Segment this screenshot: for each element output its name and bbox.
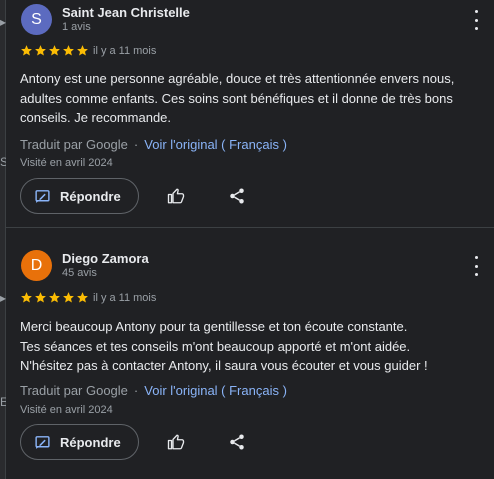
separator: · bbox=[133, 383, 139, 398]
avatar[interactable]: S bbox=[21, 4, 52, 35]
star-icon bbox=[77, 45, 88, 56]
star-icon bbox=[77, 292, 88, 303]
star-icon bbox=[49, 292, 60, 303]
review-date: il y a 11 mois bbox=[93, 45, 157, 57]
see-original-link[interactable]: Voir l'original ( Français ) bbox=[144, 383, 287, 398]
more-options-icon[interactable] bbox=[472, 10, 480, 30]
review-text-line: Antony est une personne agréable, douce … bbox=[20, 71, 455, 86]
translated-by-label: Traduit par Google bbox=[20, 383, 128, 398]
more-options-icon[interactable] bbox=[472, 256, 480, 276]
like-icon[interactable] bbox=[164, 430, 188, 454]
review-text: Merci beaucoup Antony pour ta gentilless… bbox=[20, 317, 480, 376]
review-count: 45 avis bbox=[62, 267, 97, 279]
star-icon bbox=[63, 292, 74, 303]
reply-button-label: Répondre bbox=[60, 434, 121, 450]
see-original-link[interactable]: Voir l'original ( Français ) bbox=[144, 137, 287, 152]
review-date: il y a 11 mois bbox=[93, 292, 157, 304]
review-count: 1 avis bbox=[62, 21, 91, 33]
reply-icon bbox=[35, 435, 50, 449]
review-card: D Diego Zamora 45 avis il y a 11 mois Me… bbox=[6, 228, 494, 479]
reply-button[interactable]: Répondre bbox=[20, 178, 139, 214]
reply-button-label: Répondre bbox=[60, 188, 121, 204]
reply-button[interactable]: Répondre bbox=[20, 424, 139, 460]
review-text-line: conseils. Je recommande. bbox=[20, 110, 172, 125]
reviewer-name[interactable]: Saint Jean Christelle bbox=[62, 5, 190, 20]
reply-icon bbox=[35, 189, 50, 203]
star-icon bbox=[21, 292, 32, 303]
star-icon bbox=[49, 45, 60, 56]
share-icon[interactable] bbox=[225, 184, 249, 208]
review-card: S Saint Jean Christelle 1 avis il y a 11… bbox=[6, 0, 494, 226]
star-icon bbox=[63, 45, 74, 56]
review-text-line: Merci beaucoup Antony pour ta gentilless… bbox=[20, 319, 408, 334]
visit-date: Visité en avril 2024 bbox=[20, 157, 113, 169]
translation-info: Traduit par Google · Voir l'original ( Fra… bbox=[20, 383, 287, 398]
star-icon bbox=[21, 45, 32, 56]
like-icon[interactable] bbox=[164, 184, 188, 208]
visit-date: Visité en avril 2024 bbox=[20, 404, 113, 416]
separator: · bbox=[133, 137, 139, 152]
star-icon bbox=[35, 292, 46, 303]
review-text-line: N'hésitez pas à contacter Antony, il sau… bbox=[20, 358, 428, 373]
review-text-line: adultes comme enfants. Ces soins sont bé… bbox=[20, 90, 453, 106]
star-rating bbox=[20, 291, 89, 305]
review-text-line: Tes séances et tes conseils m'ont beauco… bbox=[20, 338, 411, 354]
share-icon[interactable] bbox=[225, 430, 249, 454]
translated-by-label: Traduit par Google bbox=[20, 137, 128, 152]
star-icon bbox=[35, 45, 46, 56]
star-rating bbox=[20, 44, 89, 58]
translation-info: Traduit par Google · Voir l'original ( Fra… bbox=[20, 137, 287, 152]
reviewer-name[interactable]: Diego Zamora bbox=[62, 251, 149, 266]
avatar[interactable]: D bbox=[21, 250, 52, 281]
review-text: Antony est une personne agréable, douce … bbox=[20, 69, 480, 128]
